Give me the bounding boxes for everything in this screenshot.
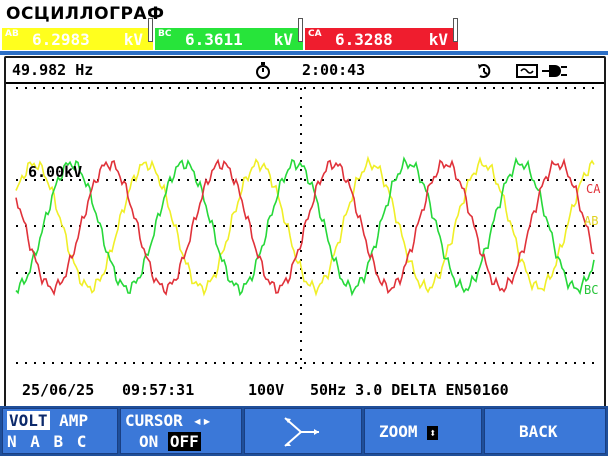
- phase-label-ca: CA: [308, 29, 322, 39]
- reading-bc: BC 6.3611 kV: [155, 18, 303, 50]
- reading-ca-value: 6.3288: [335, 30, 393, 49]
- scale-label: 6.00kV: [28, 163, 82, 181]
- reading-bc-unit: kV: [273, 30, 293, 49]
- reading-bc-value: 6.3611: [185, 30, 243, 49]
- cursor-off-label: OFF: [167, 432, 201, 451]
- phase-label-bc: BC: [158, 29, 172, 39]
- chip-marker: [453, 18, 458, 42]
- channel-label-ab: AB: [584, 214, 598, 228]
- date-readout: 25/06/25: [22, 381, 95, 399]
- left-right-arrows-icon: ◂▸: [192, 411, 212, 430]
- screen-title: ОСЦИЛЛОГРАФ: [6, 4, 165, 24]
- back-key[interactable]: BACK: [484, 408, 606, 454]
- header-divider: [0, 51, 608, 55]
- config-readout: 50Hz 3.0 DELTA EN50160: [310, 381, 509, 399]
- scope-panel: 49.982 Hz 2:00:43 6.00kV CA AB BC 25/06/…: [4, 56, 606, 408]
- clock-readout: 09:57:31: [122, 381, 195, 399]
- reading-ca-unit: kV: [428, 30, 448, 49]
- zoom-key[interactable]: ZOOM ⬍: [364, 408, 482, 454]
- chip-marker: [148, 18, 153, 42]
- chip-marker: [298, 18, 303, 42]
- waveform-plot: 6.00kV CA AB BC: [15, 87, 601, 373]
- reading-ab: AB 6.2983 kV: [2, 18, 153, 50]
- vector-key[interactable]: [244, 408, 362, 454]
- volt-label: VOLT: [7, 411, 50, 430]
- function-key-bar: VOLT AMP N A B C CURSOR ◂▸ ON OFF ZOOM ⬍…: [0, 406, 608, 456]
- phase-selector: N A B C: [7, 432, 89, 451]
- cursor-key[interactable]: CURSOR ◂▸ ON OFF: [120, 408, 242, 454]
- back-label: BACK: [519, 422, 558, 441]
- amp-label: AMP: [59, 411, 89, 430]
- cursor-label: CURSOR: [125, 411, 183, 430]
- scope-screen: ОСЦИЛЛОГРАФ AB 6.2983 kV BC 6.3611 kV CA…: [0, 0, 608, 456]
- zoom-label: ZOOM: [379, 422, 418, 441]
- phasor-arrows-icon: [284, 417, 319, 447]
- reading-ca: CA 6.3288 kV: [305, 18, 458, 50]
- nominal-voltage: 100V: [248, 381, 285, 399]
- channel-label-ca: CA: [586, 182, 601, 196]
- up-down-arrows-icon: ⬍: [427, 426, 439, 440]
- channel-label-bc: BC: [584, 283, 598, 297]
- cursor-on-label: ON: [139, 432, 159, 451]
- phase-label-ab: AB: [5, 29, 19, 39]
- volt-amp-key[interactable]: VOLT AMP N A B C: [2, 408, 118, 454]
- reading-ab-unit: kV: [123, 30, 143, 49]
- reading-ab-value: 6.2983: [32, 30, 90, 49]
